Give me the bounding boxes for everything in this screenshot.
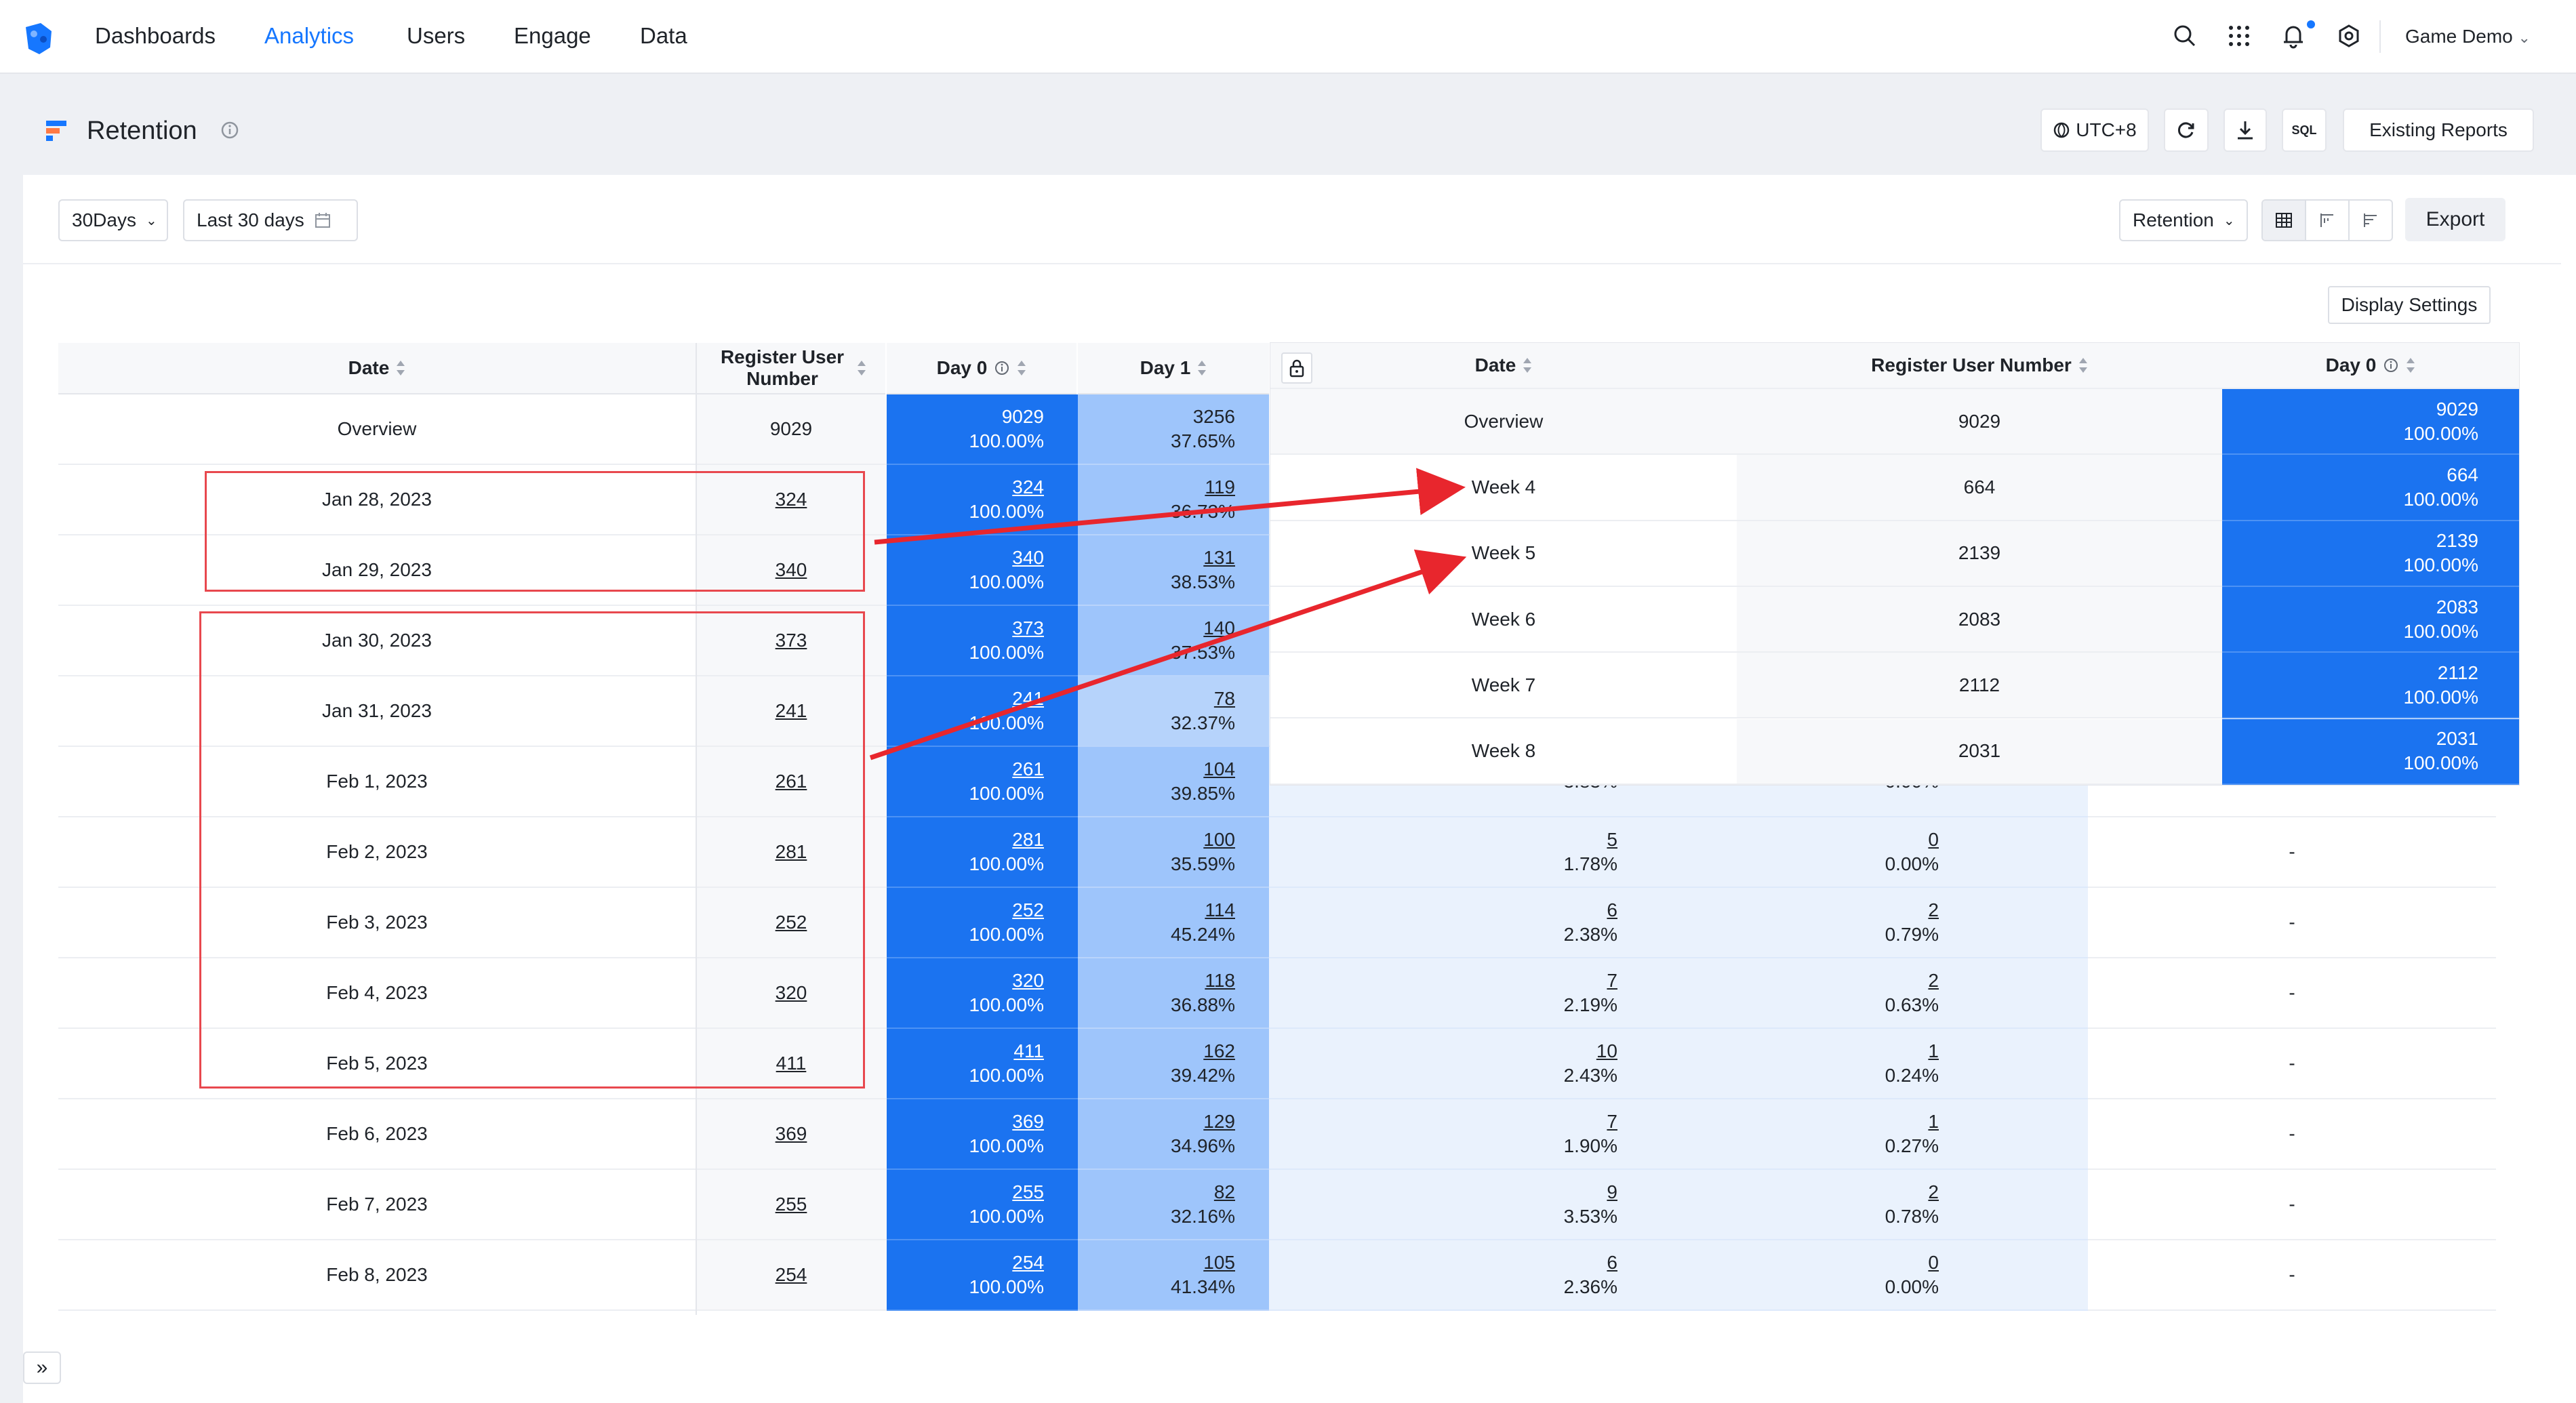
annotation-arrows (869, 468, 1467, 760)
arrow-to-week4 (874, 468, 1466, 545)
arrow-to-week5 (869, 549, 1467, 760)
expand-sidebar-button[interactable]: » (23, 1351, 61, 1384)
double-chevron-right-icon: » (36, 1356, 48, 1379)
